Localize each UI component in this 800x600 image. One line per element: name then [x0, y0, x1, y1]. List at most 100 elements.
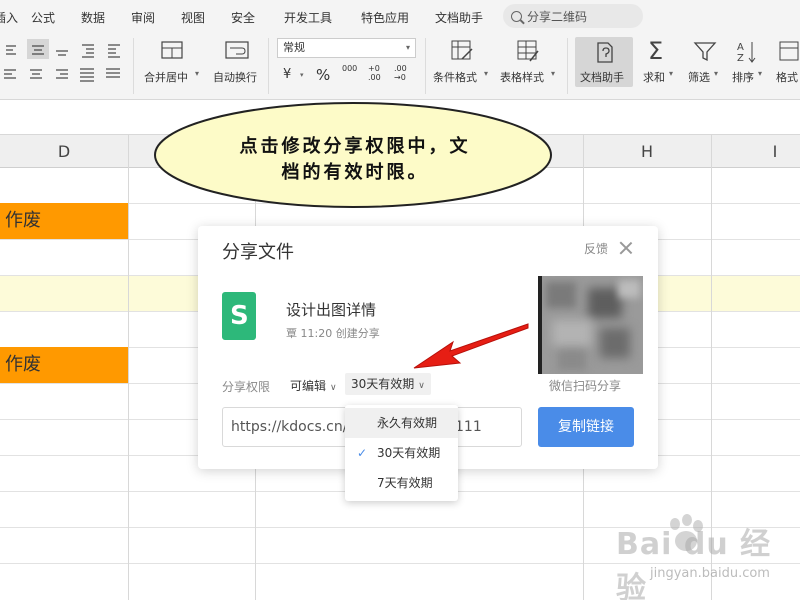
column-line — [128, 168, 129, 600]
dialog-title: 分享文件 — [222, 242, 294, 263]
sum-icon: Σ — [648, 37, 664, 65]
sum-button[interactable]: 求和 — [643, 69, 665, 85]
decrease-decimal-button[interactable]: .00 →0 — [394, 64, 414, 82]
baidu-watermark: Bai du 经验 — [616, 527, 772, 600]
number-format-value: 常规 — [283, 41, 305, 54]
thousands-button[interactable]: 000 — [342, 64, 357, 73]
sort-dropdown-icon[interactable]: ▾ — [758, 69, 762, 78]
column-header-h[interactable]: H — [583, 135, 711, 168]
doc-helper-label: 文档助手 — [580, 71, 624, 84]
sort-icon: A Z — [737, 42, 756, 64]
svg-text:A: A — [737, 42, 744, 53]
menu-bar: 插入 公式 数据 审阅 视图 安全 开发工具 特色应用 文档助手 分享二维码 — [0, 0, 800, 34]
expiry-option-permanent[interactable]: 永久有效期 — [345, 408, 458, 438]
filter-icon — [693, 42, 717, 62]
column-divider — [583, 135, 584, 168]
number-format-select[interactable]: 常规 ▾ — [277, 38, 416, 58]
permission-edit-select[interactable]: 可编辑 ∨ — [290, 377, 337, 394]
expiry-option-label: 永久有效期 — [377, 416, 438, 430]
column-divider — [128, 135, 129, 168]
sum-dropdown-icon[interactable]: ▾ — [669, 69, 673, 78]
feedback-link[interactable]: 反馈 — [584, 240, 608, 257]
close-icon[interactable] — [619, 241, 633, 255]
ribbon-separator — [133, 38, 134, 94]
permission-expiry-select[interactable]: 30天有效期 ∨ — [345, 373, 431, 395]
merge-center-dropdown-icon[interactable]: ▾ — [195, 69, 199, 78]
permission-edit-value: 可编辑 — [290, 379, 327, 393]
cell-d-void-1[interactable]: 作废 — [0, 203, 128, 239]
increase-decimal-button[interactable]: +0 .00 — [368, 64, 388, 82]
copy-link-button[interactable]: 复制链接 — [538, 407, 634, 447]
ribbon-separator — [567, 38, 568, 94]
alignment-icons[interactable] — [0, 40, 130, 86]
menu-formula[interactable]: 公式 — [31, 9, 55, 26]
menu-features[interactable]: 特色应用 — [361, 9, 409, 26]
watermark-url: jingyan.baidu.com — [650, 566, 770, 581]
permission-expiry-value: 30天有效期 — [351, 377, 415, 391]
qr-edge — [538, 276, 542, 374]
wrap-text-icon — [225, 41, 249, 59]
conditional-format-button[interactable]: 条件格式 — [433, 69, 477, 85]
search-label: 分享二维码 — [527, 9, 588, 24]
share-permission-label: 分享权限 — [222, 380, 271, 394]
filter-dropdown-icon[interactable]: ▾ — [714, 69, 718, 78]
menu-security[interactable]: 安全 — [231, 9, 255, 26]
column-divider — [711, 135, 712, 168]
conditional-format-icon — [451, 40, 473, 60]
file-name: 设计出图详情 — [286, 301, 377, 319]
file-meta: 覃 11:20 创建分享 — [286, 327, 380, 340]
callout-line-2: 档的有效时限。 — [281, 162, 429, 183]
qr-code-image — [538, 276, 643, 374]
doc-helper-button[interactable]: 文档助手 — [575, 37, 633, 87]
column-header-i[interactable]: I — [711, 135, 800, 168]
currency-button[interactable]: ¥ — [283, 67, 291, 82]
format-icon — [779, 41, 799, 61]
chevron-down-icon: ∨ — [330, 383, 337, 393]
link-prefix: https://kdocs.cn/ — [231, 419, 348, 435]
expiry-option-7-days[interactable]: 7天有效期 — [345, 468, 458, 498]
checkmark-icon: ✓ — [357, 446, 368, 460]
menu-review[interactable]: 审阅 — [131, 9, 155, 26]
format-button[interactable]: 格式 — [776, 69, 798, 85]
expiry-option-30-days[interactable]: ✓ 30天有效期 — [345, 438, 458, 468]
ribbon-toolbar: 合并居中 ▾ 自动换行 常规 ▾ ¥ ▾ % 000 +0 .00 .00 →0… — [0, 34, 800, 100]
link-suffix: 111 — [455, 419, 482, 435]
expiry-option-label: 7天有效期 — [377, 476, 433, 490]
column-header-d[interactable]: D — [0, 135, 128, 168]
svg-text:Z: Z — [737, 53, 744, 64]
table-style-icon — [517, 40, 539, 62]
menu-view[interactable]: 视图 — [181, 9, 205, 26]
ribbon-separator — [268, 38, 269, 94]
doc-helper-icon — [597, 42, 613, 63]
wps-spreadsheet-window: 插入 公式 数据 审阅 视图 安全 开发工具 特色应用 文档助手 分享二维码 合… — [0, 0, 800, 600]
merge-center-icon — [161, 41, 183, 59]
file-icon-letter: S — [230, 301, 249, 331]
menu-doc-helper[interactable]: 文档助手 — [435, 9, 483, 26]
menu-developer[interactable]: 开发工具 — [284, 9, 332, 26]
red-arrow-annotation — [413, 323, 529, 369]
currency-dropdown-icon[interactable]: ▾ — [300, 71, 304, 79]
menu-insert[interactable]: 插入 — [0, 9, 18, 26]
sort-button[interactable]: 排序 — [732, 69, 754, 85]
wrap-text-button[interactable]: 自动换行 — [213, 69, 257, 85]
baidu-paw-icon — [670, 514, 703, 551]
chevron-down-icon: ∨ — [418, 381, 425, 391]
search-icon — [511, 10, 522, 22]
table-style-dropdown-icon[interactable]: ▾ — [551, 69, 555, 78]
callout-line-1: 点击修改分享权限中，文 — [239, 136, 471, 157]
menu-data[interactable]: 数据 — [81, 9, 105, 26]
chevron-down-icon: ▾ — [405, 43, 410, 52]
search-input[interactable]: 分享二维码 — [503, 4, 643, 28]
qr-label: 微信扫码分享 — [549, 379, 622, 393]
conditional-format-dropdown-icon[interactable]: ▾ — [484, 69, 488, 78]
percent-button[interactable]: % — [316, 66, 330, 84]
cell-d-void-2[interactable]: 作废 — [0, 347, 128, 383]
wps-sheet-file-icon: S — [222, 292, 256, 340]
table-style-button[interactable]: 表格样式 — [500, 69, 544, 85]
expiry-dropdown-menu: 永久有效期 ✓ 30天有效期 7天有效期 — [345, 405, 458, 501]
ribbon-separator — [425, 38, 426, 94]
merge-center-button[interactable]: 合并居中 — [144, 69, 188, 85]
callout-text: 点击修改分享权限中，文 档的有效时限。 — [210, 134, 500, 186]
expiry-option-label: 30天有效期 — [377, 446, 441, 460]
filter-button[interactable]: 筛选 — [688, 69, 710, 85]
